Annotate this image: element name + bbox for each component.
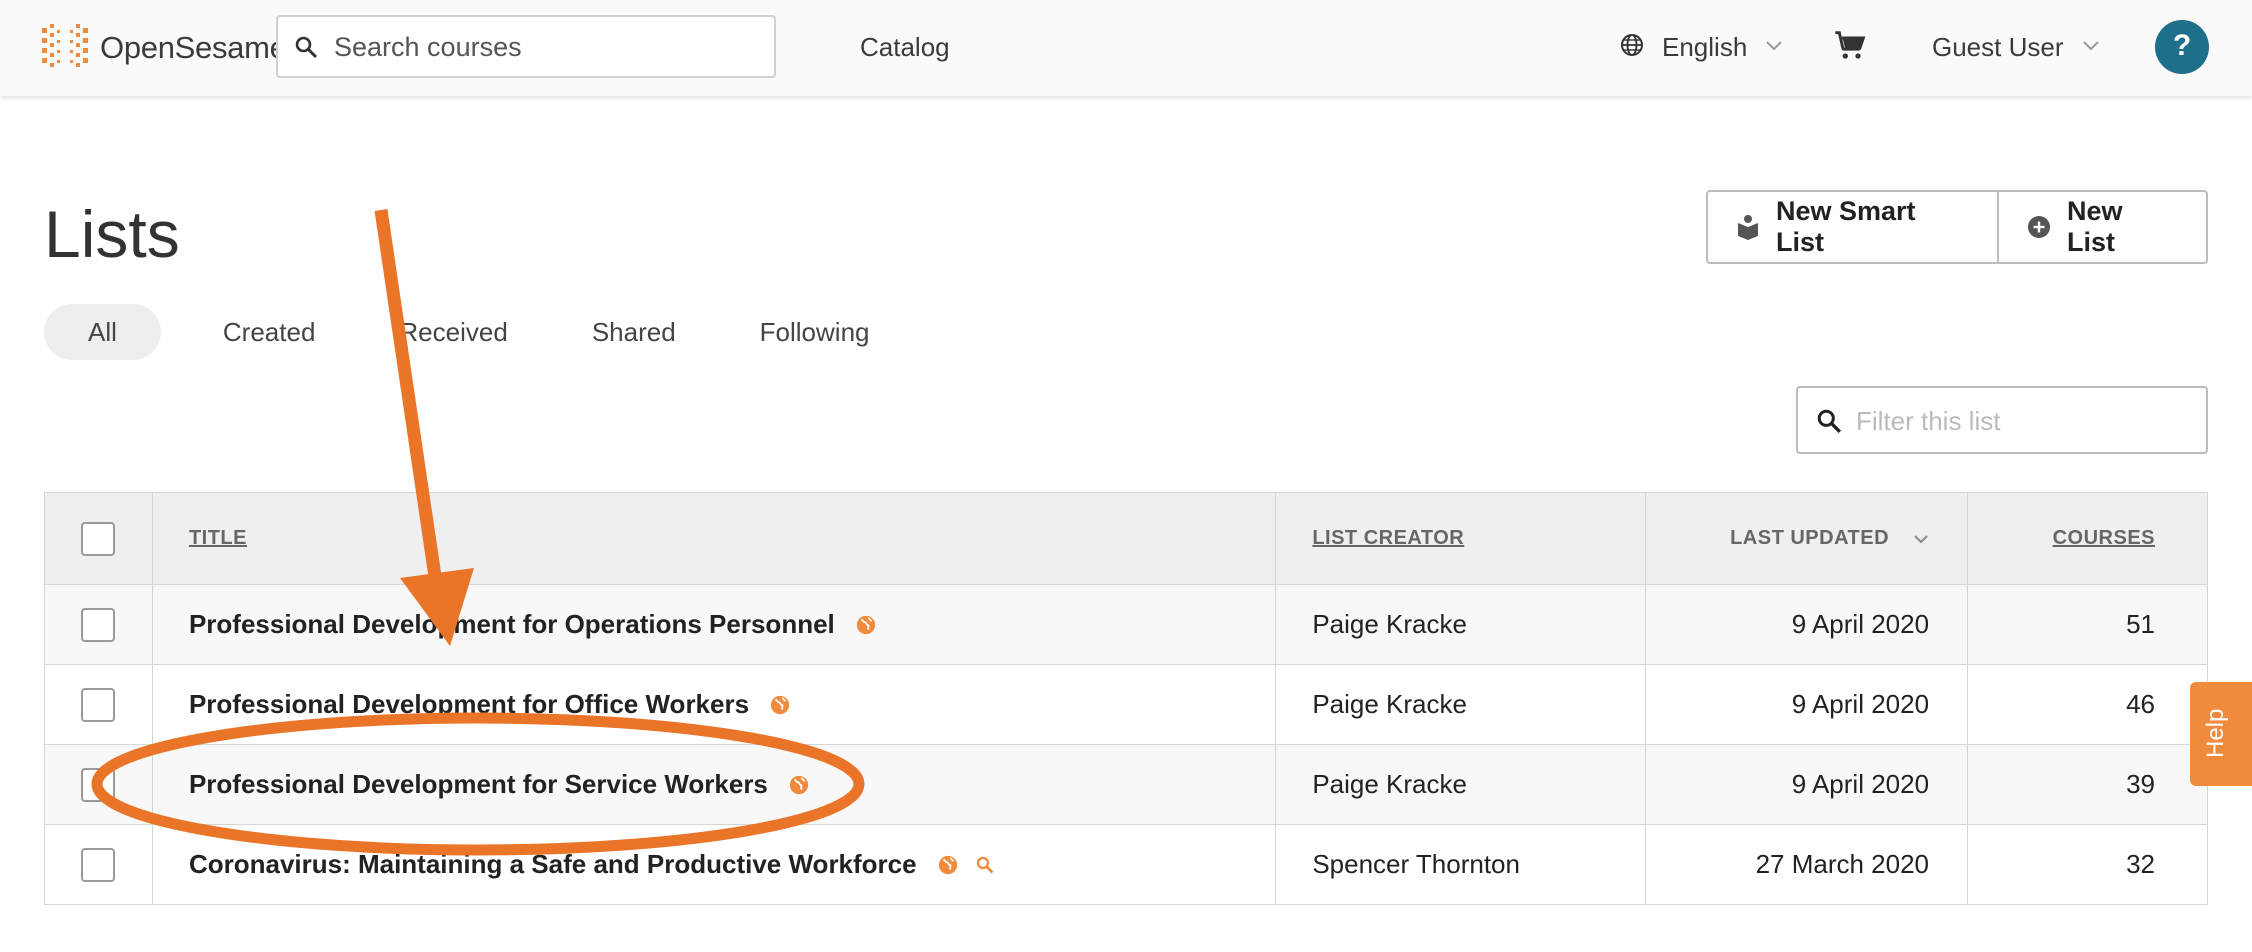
help-side-tab[interactable]: Help: [2190, 682, 2252, 786]
nav-catalog-link[interactable]: Catalog: [860, 32, 950, 63]
list-tabs: All Created Received Shared Following: [44, 304, 911, 360]
row-courses: 46: [1967, 664, 2208, 745]
row-checkbox[interactable]: [81, 607, 116, 642]
header-updated-label: LAST UPDATED: [1730, 527, 1890, 549]
row-courses: 32: [1967, 824, 2208, 905]
tab-following[interactable]: Following: [718, 304, 912, 360]
table-row: Professional Development for Operations …: [44, 584, 2208, 665]
tab-received[interactable]: Received: [357, 304, 549, 360]
table-header-row: TITLE LIST CREATOR LAST UPDATED COURSES: [44, 492, 2208, 585]
row-updated: 9 April 2020: [1645, 584, 1969, 665]
cart-icon[interactable]: [1834, 30, 1866, 67]
list-title-link[interactable]: Professional Development for Office Work…: [189, 689, 791, 720]
row-courses: 39: [1967, 744, 2208, 825]
language-selector[interactable]: English: [1620, 32, 1783, 63]
logo-mark-icon: [42, 24, 88, 67]
row-select-cell: [44, 584, 153, 665]
top-header: OpenSesame Catalog English Guest User ?: [0, 0, 2252, 96]
list-title: Professional Development for Operations …: [188, 609, 835, 639]
row-updated: 9 April 2020: [1645, 664, 1969, 745]
list-title: Professional Development for Service Wor…: [188, 769, 768, 799]
new-list-button[interactable]: New List: [1999, 190, 2208, 264]
help-button[interactable]: ?: [2155, 20, 2209, 74]
select-all-checkbox[interactable]: [81, 521, 116, 556]
lists-table: TITLE LIST CREATOR LAST UPDATED COURSES …: [44, 492, 2208, 905]
list-title-link[interactable]: Professional Development for Service Wor…: [189, 769, 810, 800]
language-label: English: [1662, 32, 1748, 62]
row-checkbox[interactable]: [81, 847, 116, 882]
row-select-cell: [44, 824, 153, 905]
row-select-cell: [44, 664, 153, 745]
header-title[interactable]: TITLE: [151, 492, 1277, 585]
sort-desc-icon: [1913, 534, 1929, 544]
user-menu[interactable]: Guest User: [1932, 32, 2100, 63]
tab-shared[interactable]: Shared: [550, 304, 718, 360]
row-title-cell: Professional Development for Office Work…: [151, 664, 1277, 745]
course-search: [276, 15, 776, 78]
header-courses-label: COURSES: [2052, 527, 2155, 549]
header-last-updated[interactable]: LAST UPDATED: [1645, 492, 1969, 585]
search-icon: [294, 35, 318, 64]
filter-input[interactable]: [1854, 388, 2198, 454]
tab-all[interactable]: All: [44, 304, 161, 360]
new-smart-list-label: New Smart List: [1776, 196, 1916, 257]
list-title-link[interactable]: Coronavirus: Maintaining a Safe and Prod…: [189, 849, 995, 880]
row-creator: Paige Kracke: [1275, 664, 1647, 745]
row-title-cell: Professional Development for Service Wor…: [151, 744, 1277, 825]
new-smart-list-button[interactable]: New Smart List: [1706, 190, 1999, 264]
chevron-down-icon: [1765, 39, 1783, 57]
header-courses[interactable]: COURSES: [1967, 492, 2208, 585]
row-title-cell: Coronavirus: Maintaining a Safe and Prod…: [151, 824, 1277, 905]
header-creator-label: LIST CREATOR: [1312, 527, 1465, 549]
search-input[interactable]: [332, 17, 756, 78]
help-side-label: Help: [2202, 708, 2229, 758]
row-creator: Spencer Thornton: [1275, 824, 1647, 905]
select-all-cell: [44, 492, 153, 585]
table-row: Professional Development for Office Work…: [44, 664, 2208, 745]
row-title-cell: Professional Development for Operations …: [151, 584, 1277, 665]
list-title: Coronavirus: Maintaining a Safe and Prod…: [188, 849, 917, 879]
tab-created[interactable]: Created: [181, 304, 358, 360]
list-actions: New Smart List New List: [1706, 190, 2208, 264]
logo-text: OpenSesame: [100, 30, 287, 65]
row-updated: 27 March 2020: [1645, 824, 1969, 905]
row-courses: 51: [1967, 584, 2208, 665]
plus-circle-icon: [2027, 215, 2051, 239]
user-label: Guest User: [1932, 32, 2064, 62]
globe-icon: [769, 694, 791, 716]
row-creator: Paige Kracke: [1275, 744, 1647, 825]
globe-icon: [1620, 33, 1644, 62]
page-title: Lists: [44, 197, 180, 271]
globe-icon: [937, 854, 959, 876]
header-title-label: TITLE: [188, 527, 247, 549]
row-checkbox[interactable]: [81, 687, 116, 722]
row-checkbox[interactable]: [81, 767, 116, 802]
globe-icon: [855, 614, 877, 636]
table-row: Coronavirus: Maintaining a Safe and Prod…: [44, 824, 2208, 905]
globe-icon: [788, 774, 810, 796]
smart-list-icon: [1736, 214, 1760, 240]
row-creator: Paige Kracke: [1275, 584, 1647, 665]
opensesame-logo[interactable]: OpenSesame: [42, 24, 287, 72]
list-filter: [1796, 386, 2208, 454]
row-select-cell: [44, 744, 153, 825]
search-icon: [1816, 408, 1842, 439]
chevron-down-icon: [2082, 39, 2100, 57]
new-list-label: New List: [2067, 196, 2123, 257]
list-title-link[interactable]: Professional Development for Operations …: [189, 609, 877, 640]
header-list-creator[interactable]: LIST CREATOR: [1275, 492, 1647, 585]
table-row: Professional Development for Service Wor…: [44, 744, 2208, 825]
smart-search-icon: [975, 855, 995, 875]
list-title: Professional Development for Office Work…: [188, 689, 750, 719]
row-updated: 9 April 2020: [1645, 744, 1969, 825]
